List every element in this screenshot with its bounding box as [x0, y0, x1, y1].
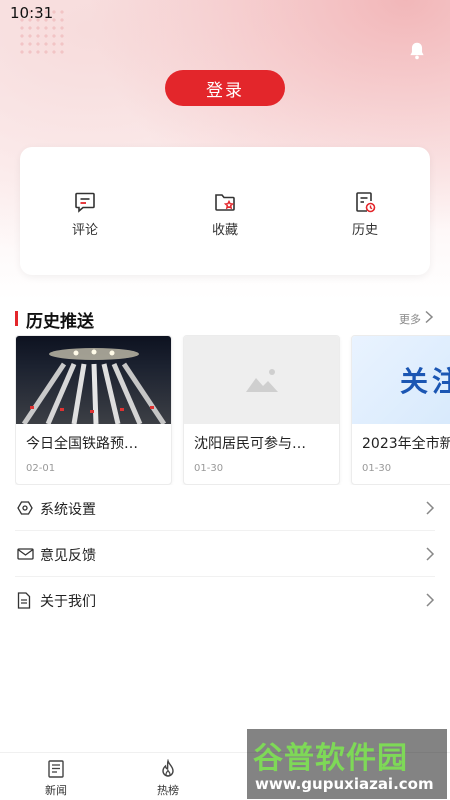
history-card[interactable]: 关注 2023年全市新 01-30 — [351, 335, 450, 485]
menu-label: 关于我们 — [40, 594, 96, 610]
card-image-placeholder — [184, 336, 339, 424]
history-card[interactable]: 沈阳居民可参与… 01-30 — [183, 335, 340, 485]
news-icon — [48, 760, 64, 778]
watermark-url: www.gupuxiazai.com — [255, 775, 434, 793]
card-title: 2023年全市新 — [362, 436, 450, 452]
section-accent-bar — [15, 311, 18, 326]
history-icon — [356, 192, 376, 213]
card-title: 今日全国铁路预… — [26, 436, 138, 452]
tab-label: 新闻 — [45, 784, 67, 797]
card-banner-image: 关注 — [352, 336, 450, 424]
status-time: 10:31 — [10, 4, 54, 22]
quick-action-history[interactable]: 历史 — [335, 190, 395, 238]
banner-text: 关注 — [400, 365, 450, 398]
card-title: 沈阳居民可参与… — [194, 436, 306, 452]
menu-label: 意见反馈 — [40, 548, 96, 564]
quick-action-comment[interactable]: 评论 — [55, 190, 115, 238]
bell-icon[interactable] — [406, 40, 428, 62]
chevron-right-icon — [426, 547, 435, 561]
more-link[interactable]: 更多 — [399, 311, 421, 327]
card-date: 01-30 — [362, 463, 392, 474]
watermark-title: 谷普软件园 — [253, 741, 408, 776]
quick-action-favorites[interactable]: 收藏 — [195, 190, 255, 238]
comment-icon — [75, 192, 95, 213]
quick-action-label: 评论 — [71, 223, 98, 238]
card-date: 02-01 — [26, 463, 56, 474]
chevron-right-icon[interactable] — [424, 310, 434, 324]
quick-action-label: 历史 — [351, 223, 378, 238]
quick-actions-card: 评论 收藏 历史 — [20, 147, 430, 275]
menu-item-settings[interactable]: 系统设置 — [15, 485, 435, 531]
chevron-right-icon — [426, 501, 435, 515]
tab-news[interactable]: 新闻 — [26, 759, 86, 798]
menu-item-feedback[interactable]: 意见反馈 — [15, 531, 435, 577]
card-date: 01-30 — [194, 463, 224, 474]
placeholder-image-icon — [246, 369, 278, 392]
history-card[interactable]: 今日全国铁路预… 02-01 — [15, 335, 172, 485]
section-title: 历史推送 — [26, 312, 94, 332]
flame-icon — [162, 759, 174, 777]
login-button[interactable]: 登录 — [165, 70, 285, 106]
site-watermark: 谷普软件园 www.gupuxiazai.com — [247, 729, 447, 799]
train-station-night-photo — [16, 336, 171, 424]
mail-icon — [17, 548, 34, 560]
tab-label: 热榜 — [157, 784, 179, 797]
history-push-header: 历史推送 更多 — [0, 305, 450, 332]
chevron-right-icon — [426, 593, 435, 607]
quick-action-label: 收藏 — [211, 223, 238, 238]
tab-hot[interactable]: 热榜 — [138, 759, 198, 798]
settings-menu: 系统设置 意见反馈 关于我们 — [0, 485, 450, 623]
history-push-list: 今日全国铁路预… 02-01 沈阳居民可参与… 01-30 关注 2023年全市… — [15, 335, 450, 485]
menu-label: 系统设置 — [40, 502, 96, 518]
status-bar: 10:31 — [0, 0, 450, 26]
document-icon — [17, 592, 31, 609]
menu-item-about[interactable]: 关于我们 — [15, 577, 435, 623]
folder-star-icon — [215, 194, 235, 211]
settings-icon — [17, 501, 33, 515]
